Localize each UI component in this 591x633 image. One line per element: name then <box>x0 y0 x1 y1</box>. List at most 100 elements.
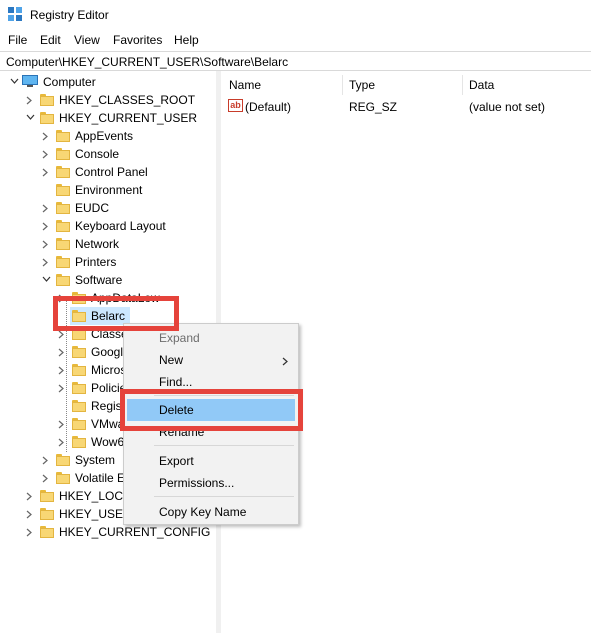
tree-node-google[interactable]: Google <box>0 343 123 361</box>
tree-node-environment[interactable]: Environment <box>0 181 216 199</box>
tree-node-vmware[interactable]: VMware, Inc. <box>0 415 123 433</box>
tree-node-software[interactable]: Software <box>0 271 216 289</box>
value-data: (value not set) <box>469 100 546 114</box>
folder-icon <box>56 454 70 466</box>
menu-item-export[interactable]: Export <box>127 450 295 472</box>
column-header-name[interactable]: Name <box>229 78 261 92</box>
folder-icon <box>56 256 70 268</box>
tree-node-control-panel[interactable]: Control Panel <box>0 163 216 181</box>
tree-node-network[interactable]: Network <box>0 235 216 253</box>
chevron-right-icon[interactable] <box>56 379 68 397</box>
folder-icon <box>40 526 54 538</box>
annotation-box-belarc <box>53 296 179 331</box>
folder-icon <box>72 346 86 358</box>
menu-separator <box>154 445 294 446</box>
chevron-right-icon[interactable] <box>40 217 52 235</box>
folder-icon <box>56 202 70 214</box>
tree-label: HKEY_CURRENT_USER <box>59 111 198 125</box>
tree-node-appevents[interactable]: AppEvents <box>0 127 216 145</box>
chevron-down-icon[interactable] <box>8 73 20 91</box>
tree-label: Software <box>75 273 123 287</box>
column-header-data[interactable]: Data <box>469 78 494 92</box>
chevron-right-icon[interactable] <box>56 343 68 361</box>
tree-node-hkey-local-machine[interactable]: HKEY_LOCAL_MACHINE <box>0 487 123 505</box>
tree-node-hkey-current-config[interactable]: HKEY_CURRENT_CONFIG <box>0 523 216 541</box>
folder-icon <box>56 238 70 250</box>
menu-item-label: Find... <box>159 375 193 389</box>
chevron-right-icon[interactable] <box>24 91 36 109</box>
menu-file[interactable]: File <box>8 33 27 47</box>
menu-view[interactable]: View <box>74 33 100 47</box>
chevron-right-icon[interactable] <box>56 415 68 433</box>
tree-node-volatile-environment[interactable]: Volatile Environment <box>0 469 123 487</box>
tree-node-keyboard-layout[interactable]: Keyboard Layout <box>0 217 216 235</box>
menu-favorites[interactable]: Favorites <box>113 33 162 47</box>
tree-node-computer[interactable]: Computer <box>0 73 216 91</box>
tree-label: Printers <box>75 255 117 269</box>
folder-icon <box>72 364 86 376</box>
chevron-right-icon[interactable] <box>40 127 52 145</box>
column-divider[interactable] <box>342 75 343 95</box>
registry-editor-icon <box>8 7 23 22</box>
menu-item-label: Export <box>159 454 194 468</box>
menu-bar: File Edit View Favorites Help <box>0 31 591 51</box>
column-header-type[interactable]: Type <box>349 78 375 92</box>
folder-icon <box>56 148 70 160</box>
tree-node-registeredapplications[interactable]: RegisteredApplications <box>0 397 123 415</box>
folder-icon <box>72 382 86 394</box>
menu-separator <box>154 496 294 497</box>
list-header: Name Type Data <box>221 71 591 97</box>
tree-label: Computer <box>43 75 96 89</box>
tree-label: HKEY_CURRENT_CONFIG <box>59 525 211 539</box>
tree-label: RegisteredApplications <box>91 399 123 413</box>
chevron-right-icon[interactable] <box>56 361 68 379</box>
tree-node-wow6432node[interactable]: Wow6432Node <box>0 433 123 451</box>
folder-icon <box>56 472 70 484</box>
tree-node-eudc[interactable]: EUDC <box>0 199 216 217</box>
column-divider[interactable] <box>462 75 463 95</box>
tree-node-policies[interactable]: Policies <box>0 379 123 397</box>
tree-label: VMware, Inc. <box>91 417 123 431</box>
menu-item-copy-key-name[interactable]: Copy Key Name <box>127 501 295 523</box>
tree-node-console[interactable]: Console <box>0 145 216 163</box>
annotation-box-delete <box>120 389 303 431</box>
table-row[interactable]: ab (Default) REG_SZ (value not set) <box>221 97 591 115</box>
tree-label: Google <box>91 345 123 359</box>
chevron-right-icon[interactable] <box>40 253 52 271</box>
chevron-right-icon[interactable] <box>40 235 52 253</box>
tree-node-microsoft[interactable]: Microsoft <box>0 361 123 379</box>
tree-node-hkey-classes-root[interactable]: HKEY_CLASSES_ROOT <box>0 91 216 109</box>
chevron-right-icon[interactable] <box>24 487 36 505</box>
chevron-down-icon[interactable] <box>40 271 52 289</box>
tree-node-hkey-users[interactable]: HKEY_USERS <box>0 505 123 523</box>
tree-label: HKEY_CLASSES_ROOT <box>59 93 196 107</box>
chevron-right-icon[interactable] <box>40 199 52 217</box>
menu-item-label: New <box>159 353 184 367</box>
menu-item-permissions[interactable]: Permissions... <box>127 472 295 494</box>
chevron-right-icon[interactable] <box>40 469 52 487</box>
tree-label: Microsoft <box>91 363 123 377</box>
tree-label: Wow6432Node <box>91 435 123 449</box>
menu-item-label: Permissions... <box>159 476 235 490</box>
chevron-right-icon[interactable] <box>24 505 36 523</box>
folder-icon <box>40 490 54 502</box>
address-path[interactable]: Computer\HKEY_CURRENT_USER\Software\Bela… <box>6 55 288 69</box>
chevron-right-icon[interactable] <box>40 451 52 469</box>
folder-icon <box>72 418 86 430</box>
chevron-down-icon[interactable] <box>24 109 36 127</box>
folder-icon <box>56 166 70 178</box>
menu-help[interactable]: Help <box>174 33 199 47</box>
chevron-right-icon[interactable] <box>24 523 36 541</box>
chevron-right-icon[interactable] <box>40 163 52 181</box>
chevron-right-icon[interactable] <box>40 145 52 163</box>
tree-node-hkey-current-user[interactable]: HKEY_CURRENT_USER <box>0 109 216 127</box>
tree-node-printers[interactable]: Printers <box>0 253 216 271</box>
tree-label: HKEY_LOCAL_MACHINE <box>59 489 123 503</box>
menu-item-new[interactable]: New <box>127 349 295 371</box>
address-bar[interactable]: Computer\HKEY_CURRENT_USER\Software\Bela… <box>0 51 591 71</box>
window-title: Registry Editor <box>30 8 109 22</box>
computer-icon <box>22 75 38 88</box>
menu-edit[interactable]: Edit <box>40 33 61 47</box>
chevron-right-icon[interactable] <box>56 433 68 451</box>
value-type: REG_SZ <box>349 100 398 114</box>
